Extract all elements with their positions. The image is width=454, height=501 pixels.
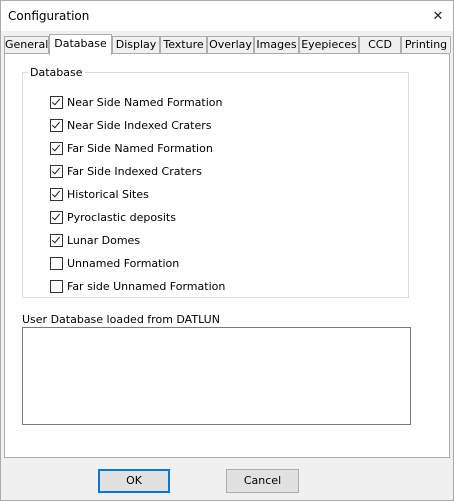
checkbox-box[interactable] xyxy=(50,118,63,132)
tab-ccd[interactable]: CCD xyxy=(359,36,401,53)
database-group-legend: Database xyxy=(28,66,85,79)
tab-database[interactable]: Database xyxy=(49,34,112,55)
checkbox-box[interactable] xyxy=(50,279,63,293)
checkbox-historical-sites[interactable]: Historical Sites xyxy=(50,186,149,202)
checkbox-label: Near Side Indexed Craters xyxy=(67,118,212,132)
user-database-textarea[interactable] xyxy=(22,327,411,425)
database-tab-panel: Database Near Side Named Formation Near … xyxy=(4,53,450,458)
tab-general[interactable]: General xyxy=(4,36,49,53)
close-button[interactable]: ✕ xyxy=(423,1,453,31)
checkbox-label: Far Side Named Formation xyxy=(67,141,213,155)
title-bar: Configuration ✕ xyxy=(1,1,453,31)
checkbox-label: Lunar Domes xyxy=(67,233,141,247)
tab-texture[interactable]: Texture xyxy=(160,36,207,53)
checkbox-label: Pyroclastic deposits xyxy=(67,210,176,224)
checkbox-label: Far side Unnamed Formation xyxy=(67,279,226,293)
checkbox-far-side-indexed-craters[interactable]: Far Side Indexed Craters xyxy=(50,163,202,179)
checkbox-near-side-named-formation[interactable]: Near Side Named Formation xyxy=(50,94,223,110)
window-title: Configuration xyxy=(8,9,90,23)
checkbox-box[interactable] xyxy=(50,256,63,270)
checkbox-unnamed-formation[interactable]: Unnamed Formation xyxy=(50,255,179,271)
tab-overlay[interactable]: Overlay xyxy=(207,36,254,53)
tab-printing[interactable]: Printing xyxy=(401,36,451,53)
database-groupbox: Database Near Side Named Formation Near … xyxy=(22,66,409,298)
checkbox-label: Near Side Named Formation xyxy=(67,95,223,109)
tab-eyepieces[interactable]: Eyepieces xyxy=(299,36,359,53)
checkbox-lunar-domes[interactable]: Lunar Domes xyxy=(50,232,140,248)
checkbox-box[interactable] xyxy=(50,141,63,155)
checkbox-far-side-unnamed-formation[interactable]: Far side Unnamed Formation xyxy=(50,278,225,294)
checkbox-box[interactable] xyxy=(50,164,63,178)
checkbox-pyroclastic-deposits[interactable]: Pyroclastic deposits xyxy=(50,209,176,225)
configuration-dialog: Configuration ✕ General Database Display… xyxy=(0,0,454,501)
checkbox-box[interactable] xyxy=(50,233,63,247)
checkbox-box[interactable] xyxy=(50,210,63,224)
checkbox-label: Unnamed Formation xyxy=(67,256,180,270)
checkbox-label: Far Side Indexed Craters xyxy=(67,164,202,178)
checkbox-box[interactable] xyxy=(50,95,63,109)
tab-display[interactable]: Display xyxy=(112,36,160,53)
ok-button[interactable]: OK xyxy=(98,469,170,493)
cancel-button[interactable]: Cancel xyxy=(226,469,299,493)
checkbox-box[interactable] xyxy=(50,187,63,201)
checkbox-far-side-named-formation[interactable]: Far Side Named Formation xyxy=(50,140,213,156)
checkbox-label: Historical Sites xyxy=(67,187,149,201)
checkbox-near-side-indexed-craters[interactable]: Near Side Indexed Craters xyxy=(50,117,212,133)
user-database-label: User Database loaded from DATLUN xyxy=(22,313,220,326)
tab-images[interactable]: Images xyxy=(254,36,299,53)
close-icon: ✕ xyxy=(432,8,444,24)
